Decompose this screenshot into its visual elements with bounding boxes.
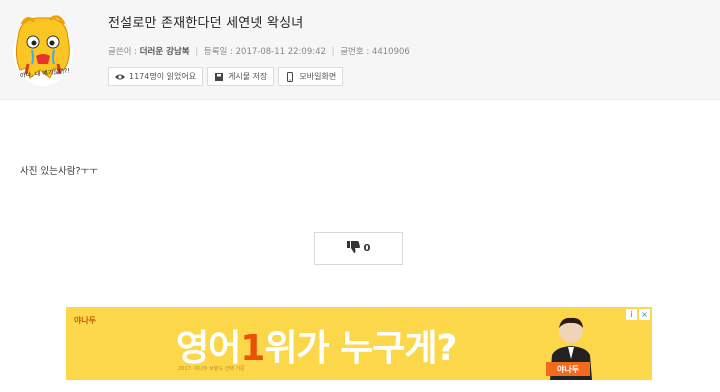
save-post-button[interactable]: 게시물 저장 [207, 67, 275, 86]
author-label: 글쓴이 : [108, 47, 138, 57]
ad-headline: 영어1위가 누구게? [176, 319, 457, 371]
eye-icon [115, 72, 125, 82]
post-title: 전설로만 존재한다던 세연넷 왁싱녀 [108, 16, 304, 31]
ad-close-icon[interactable]: × [639, 309, 650, 320]
mobile-view-button[interactable]: 모바일화면 [278, 67, 344, 86]
advertisement-banner[interactable]: 야나두 영어1위가 누구게? 2017. 야나두 브랜드 선택 기준 야나두 i… [66, 307, 652, 380]
meta-separator: | [331, 47, 335, 57]
read-count-label: 1174명이 읽었어요 [129, 72, 197, 81]
date-label: 등록일 : [203, 47, 233, 57]
post-actions: 1174명이 읽었어요 게시물 저장 모바일화면 [108, 67, 344, 86]
dislike-button[interactable]: 0 [314, 232, 403, 265]
post-id: 4410906 [371, 47, 410, 57]
save-icon [214, 72, 224, 82]
ad-fine-print: 2017. 야나두 브랜드 선택 기준 [178, 366, 245, 372]
ad-headline-pre: 영어 [176, 328, 241, 369]
ad-headline-number: 1 [240, 328, 265, 369]
post-meta: 글쓴이 : 더러운 강남복 | 등록일 : 2017-08-11 22:09:4… [108, 45, 410, 57]
save-post-label: 게시물 저장 [228, 72, 268, 81]
post-header: 아냐, 내 얘기잖아?! 전설로만 존재한다던 세연넷 왁싱녀 글쓴이 : 더러… [0, 0, 720, 100]
ad-info-icon[interactable]: i [626, 309, 637, 320]
post-date: 2017-08-11 22:09:42 [235, 47, 326, 57]
dislike-count: 0 [363, 243, 371, 254]
ad-headline-post: 위가 누구게? [264, 328, 457, 369]
thumbs-down-icon [346, 241, 360, 256]
ad-logo: 야나두 [74, 316, 97, 325]
post-body: 사진 있는사람?ㅜㅜ [20, 166, 98, 177]
mobile-view-label: 모바일화면 [299, 72, 337, 81]
post-id-label: 글번호 : [340, 47, 370, 57]
author-name[interactable]: 더러운 강남복 [140, 47, 190, 57]
mobile-icon [285, 71, 295, 82]
read-count-button[interactable]: 1174명이 읽었어요 [108, 67, 204, 86]
meta-separator: | [195, 47, 199, 57]
ad-controls: i × [626, 309, 650, 320]
ad-badge: 야나두 [546, 362, 590, 376]
